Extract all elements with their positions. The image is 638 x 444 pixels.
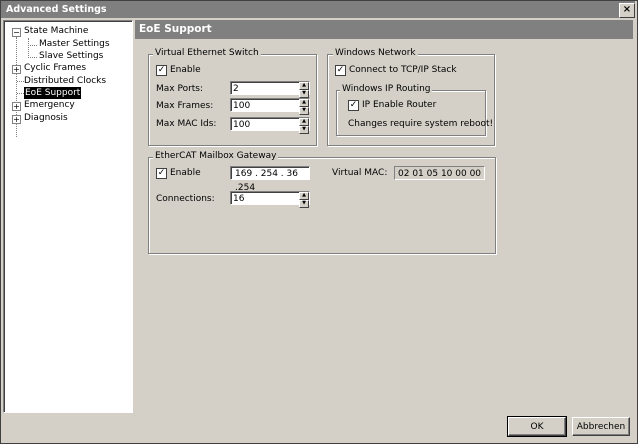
spin-up-icon[interactable]: ▲ — [299, 82, 309, 90]
max-mac-spinner[interactable]: ▲ ▼ — [299, 118, 309, 134]
mailbox-gateway-legend: EtherCAT Mailbox Gateway — [153, 151, 279, 161]
spin-down-icon[interactable]: ▼ — [299, 200, 309, 208]
tree-connector — [28, 38, 29, 58]
spin-down-icon[interactable]: ▼ — [299, 126, 309, 134]
spin-down-icon[interactable]: ▼ — [299, 107, 309, 115]
max-frames-spinner[interactable]: ▲ ▼ — [299, 99, 309, 115]
max-frames-label: Max Frames: — [156, 101, 214, 111]
gateway-enable-checkbox[interactable]: ✓ — [156, 168, 167, 179]
tcpip-label: Connect to TCP/IP Stack — [349, 65, 457, 75]
max-ports-value: 2 — [233, 84, 239, 94]
max-frames-value: 100 — [233, 101, 251, 111]
gateway-ip-input[interactable]: 169 . 254 . 36 .254 — [230, 166, 310, 193]
reboot-note: Changes require system reboot! — [348, 119, 494, 129]
connections-spinner[interactable]: ▲ ▼ — [299, 192, 309, 208]
spin-up-icon[interactable]: ▲ — [299, 99, 309, 107]
ip-routing-group — [336, 90, 486, 136]
tree-connector — [28, 57, 37, 58]
expand-icon[interactable]: + — [12, 65, 21, 74]
max-ports-label: Max Ports: — [156, 84, 204, 94]
tree-item-slave-settings[interactable]: Slave Settings — [39, 50, 103, 62]
windows-network-legend: Windows Network — [333, 48, 418, 58]
ip-router-checkbox[interactable]: ✓ — [348, 100, 359, 111]
spin-up-icon[interactable]: ▲ — [299, 192, 309, 200]
settings-tree[interactable]: − State Machine Master Settings Slave Se… — [3, 20, 133, 413]
ok-button[interactable]: OK — [507, 416, 567, 437]
connections-label: Connections: — [156, 194, 215, 204]
close-button[interactable]: × — [619, 3, 635, 18]
virtual-mac-field: 02 01 05 10 00 00 — [394, 166, 485, 180]
max-mac-label: Max MAC Ids: — [156, 119, 217, 129]
tree-item-master-settings[interactable]: Master Settings — [39, 38, 110, 50]
title-bar: Advanced Settings × — [1, 1, 635, 18]
ip-router-label: IP Enable Router — [362, 100, 437, 110]
tree-item-diagnosis[interactable]: Diagnosis — [24, 112, 68, 124]
max-ports-input[interactable]: 2 ▲ ▼ — [230, 81, 310, 98]
tree-connector — [28, 45, 37, 46]
virtual-mac-label: Virtual MAC: — [332, 168, 388, 178]
panel-header: EoE Support — [135, 20, 633, 39]
spin-up-icon[interactable]: ▲ — [299, 118, 309, 126]
collapse-icon[interactable]: − — [12, 28, 21, 37]
virtual-switch-legend: Virtual Ethernet Switch — [153, 48, 261, 58]
tree-item-state-machine[interactable]: State Machine — [24, 25, 88, 37]
window-title: Advanced Settings — [6, 4, 107, 15]
connections-value: 16 — [233, 194, 245, 204]
enable-switch-checkbox[interactable]: ✓ — [156, 65, 167, 76]
tree-connector — [17, 81, 24, 82]
max-mac-value: 100 — [233, 120, 251, 130]
tree-item-distributed-clocks[interactable]: Distributed Clocks — [24, 75, 106, 87]
tcpip-checkbox[interactable]: ✓ — [335, 65, 346, 76]
max-mac-input[interactable]: 100 ▲ ▼ — [230, 117, 310, 134]
panel-title: EoE Support — [139, 23, 212, 35]
spin-down-icon[interactable]: ▼ — [299, 90, 309, 98]
tree-item-emergency[interactable]: Emergency — [24, 99, 75, 111]
expand-icon[interactable]: + — [12, 102, 21, 111]
max-ports-spinner[interactable]: ▲ ▼ — [299, 82, 309, 98]
expand-icon[interactable]: + — [12, 115, 21, 124]
cancel-button[interactable]: Abbrechen — [572, 417, 630, 436]
tree-item-cyclic-frames[interactable]: Cyclic Frames — [24, 62, 86, 74]
enable-switch-label: Enable — [170, 65, 201, 75]
tree-item-eoe-support[interactable]: EoE Support — [24, 87, 82, 99]
tree-connector — [17, 93, 24, 94]
connections-input[interactable]: 16 ▲ ▼ — [230, 191, 310, 208]
max-frames-input[interactable]: 100 ▲ ▼ — [230, 98, 310, 115]
gateway-enable-label: Enable — [170, 168, 201, 178]
ip-routing-legend: Windows IP Routing — [340, 84, 433, 94]
